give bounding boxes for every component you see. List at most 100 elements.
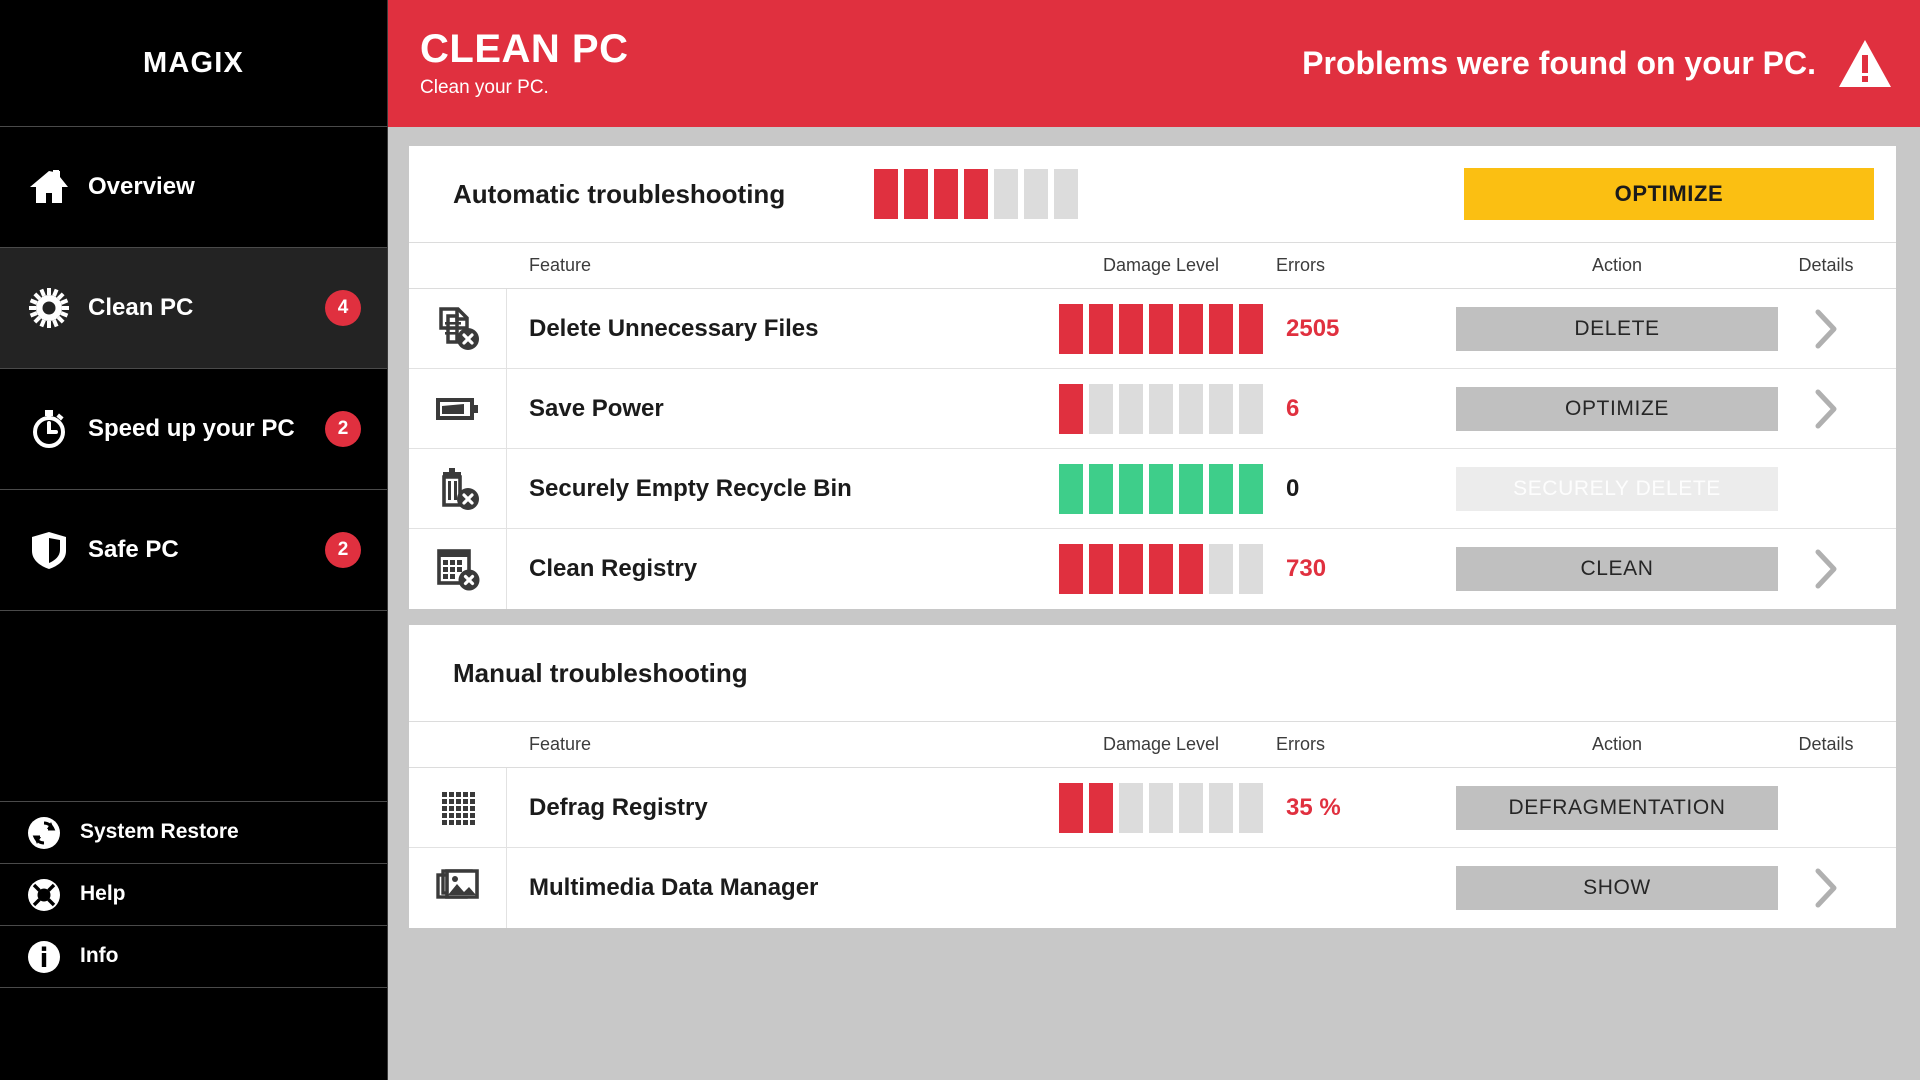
row-damage-cell (1046, 544, 1276, 594)
damage-level-meter (1059, 464, 1263, 514)
damage-level-meter (1059, 384, 1263, 434)
chevron-right-icon[interactable] (1813, 868, 1839, 908)
row-action-button[interactable]: SHOW (1456, 866, 1778, 910)
damage-level-meter (874, 169, 1078, 219)
registry-delete-icon (409, 529, 507, 609)
row-action-button[interactable]: CLEAN (1456, 547, 1778, 591)
row-details-cell (1778, 469, 1874, 509)
damage-level-segment (1239, 783, 1263, 833)
damage-level-segment (1149, 384, 1173, 434)
damage-level-segment (1179, 384, 1203, 434)
damage-level-meter (1059, 783, 1263, 833)
damage-level-segment (1149, 464, 1173, 514)
secondary-navigation: System Restore Help Info (0, 802, 387, 988)
home-icon (26, 164, 72, 210)
column-header-errors: Errors (1276, 734, 1456, 755)
row-errors-value: 0 (1276, 475, 1456, 503)
damage-level-segment (1209, 304, 1233, 354)
damage-level-segment (1209, 384, 1233, 434)
damage-level-segment (1059, 544, 1083, 594)
battery-icon (409, 369, 507, 449)
sidebar-badge-safe-pc: 2 (325, 532, 361, 568)
row-action-button[interactable]: DELETE (1456, 307, 1778, 351)
row-feature-label: Save Power (507, 395, 1046, 423)
damage-level-meter (1059, 544, 1263, 594)
row-details-cell[interactable] (1778, 309, 1874, 349)
damage-level-segment (1179, 464, 1203, 514)
panel-card: Automatic troubleshootingOPTIMIZEFeature… (409, 146, 1896, 609)
sidebar-footer-space (0, 988, 387, 1080)
header-status-group: Problems were found on your PC. (1302, 39, 1892, 89)
files-delete-icon (409, 289, 507, 369)
damage-level-segment (1089, 783, 1113, 833)
sidebar-item-info[interactable]: Info (0, 926, 387, 988)
row-action-cell: DELETE (1456, 307, 1778, 351)
sidebar-item-label: Speed up your PC (88, 415, 295, 443)
damage-level-segment (1119, 544, 1143, 594)
sidebar-badge-clean-pc: 4 (325, 290, 361, 326)
defrag-grid-icon (409, 768, 507, 848)
damage-level-segment (874, 169, 898, 219)
column-header-action: Action (1456, 255, 1778, 276)
damage-level-segment (994, 169, 1018, 219)
row-feature-label: Multimedia Data Manager (507, 874, 1046, 902)
table-row: Clean Registry730CLEAN (409, 529, 1896, 609)
row-feature-label: Delete Unnecessary Files (507, 315, 1046, 343)
panel-card: Manual troubleshootingFeatureDamage Leve… (409, 625, 1896, 928)
main-panels: Automatic troubleshooting OPTIMIZE Feature… (388, 127, 1920, 1080)
row-action-cell: SECURELY DELETE (1456, 467, 1778, 511)
chevron-right-icon[interactable] (1813, 389, 1839, 429)
row-details-cell[interactable] (1778, 549, 1874, 589)
damage-level-segment (1089, 304, 1113, 354)
sidebar-item-help[interactable]: Help (0, 864, 387, 926)
chevron-right-icon[interactable] (1813, 309, 1839, 349)
column-header-damage: Damage Level (1046, 734, 1276, 755)
damage-level-segment (1179, 544, 1203, 594)
sidebar-item-safe-pc[interactable]: Safe PC 2 (0, 490, 387, 611)
table-row: Delete Unnecessary Files2505DELETE (409, 289, 1896, 369)
damage-level-segment (1209, 783, 1233, 833)
row-details-cell[interactable] (1778, 389, 1874, 429)
damage-level-segment (1239, 464, 1263, 514)
page-subtitle: Clean your PC. (420, 77, 628, 99)
primary-navigation: Overview Clean PC 4 Speed up your (0, 127, 387, 611)
damage-level-segment (1089, 464, 1113, 514)
lifebuoy-icon (26, 877, 62, 913)
recycle-bin-delete-icon (409, 449, 507, 529)
sidebar-item-clean-pc[interactable]: Clean PC 4 (0, 248, 387, 369)
sidebar-item-system-restore[interactable]: System Restore (0, 802, 387, 864)
damage-level-segment (1179, 304, 1203, 354)
damage-level-segment (1119, 464, 1143, 514)
sidebar-item-label: Info (80, 944, 118, 969)
panel-header: Manual troubleshooting (409, 625, 1896, 722)
row-damage-cell (1046, 304, 1276, 354)
sidebar-item-overview[interactable]: Overview (0, 127, 387, 248)
table-row: Save Power6OPTIMIZE (409, 369, 1896, 449)
panel-title: Automatic troubleshooting (453, 179, 785, 210)
damage-level-segment (1119, 304, 1143, 354)
row-action-button[interactable]: OPTIMIZE (1456, 387, 1778, 431)
row-damage-cell (1046, 384, 1276, 434)
page-header: CLEAN PC Clean your PC. Problems were fo… (388, 0, 1920, 127)
sidebar-item-label: Clean PC (88, 294, 193, 322)
header-titles: CLEAN PC Clean your PC. (420, 28, 628, 99)
row-action-cell: SHOW (1456, 866, 1778, 910)
column-header-action: Action (1456, 734, 1778, 755)
damage-level-segment (1149, 544, 1173, 594)
column-header-damage: Damage Level (1046, 255, 1276, 276)
panel-primary-button[interactable]: OPTIMIZE (1464, 168, 1874, 220)
row-details-cell (1778, 788, 1874, 828)
row-action-cell: CLEAN (1456, 547, 1778, 591)
media-stack-icon (409, 848, 507, 928)
damage-level-segment (1239, 384, 1263, 434)
chevron-right-icon[interactable] (1813, 549, 1839, 589)
row-action-button[interactable]: DEFRAGMENTATION (1456, 786, 1778, 830)
table-column-headers: FeatureDamage LevelErrorsActionDetails (409, 722, 1896, 768)
row-feature-label: Defrag Registry (507, 794, 1046, 822)
row-damage-cell (1046, 783, 1276, 833)
sidebar-item-speed-up-your-pc[interactable]: Speed up your PC 2 (0, 369, 387, 490)
column-header-details: Details (1778, 734, 1874, 755)
row-details-cell[interactable] (1778, 868, 1874, 908)
stopwatch-icon (26, 406, 72, 452)
row-action-cell: DEFRAGMENTATION (1456, 786, 1778, 830)
